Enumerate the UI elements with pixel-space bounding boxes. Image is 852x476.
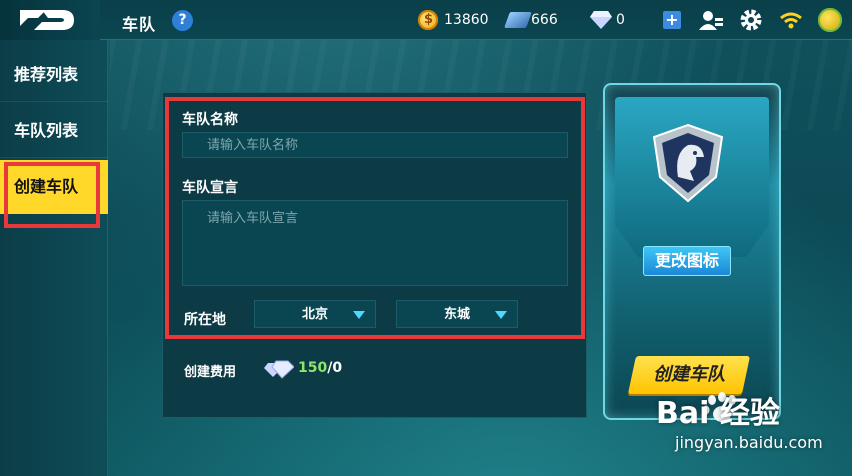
highlight-box-sidebar: [4, 162, 100, 228]
add-currency-button[interactable]: +: [663, 11, 681, 29]
sidebar-item-team-list[interactable]: 车队列表: [0, 104, 108, 158]
wifi-icon: [780, 12, 802, 29]
sidebar: 推荐列表 车队列表 创建车队: [0, 40, 108, 476]
fee-cost: 150: [298, 360, 328, 376]
ticket-icon: [504, 12, 532, 28]
page-title: 车队: [122, 15, 157, 34]
ticket-counter: 666: [504, 10, 565, 30]
highlight-box-form: [165, 97, 585, 339]
diamond-icon: [590, 11, 612, 29]
help-icon[interactable]: ?: [172, 10, 193, 31]
change-icon-button[interactable]: 更改图标: [643, 246, 731, 276]
avatar[interactable]: [818, 8, 842, 32]
coin-counter: 13860: [418, 10, 489, 30]
gem-counter: 0: [590, 10, 640, 30]
ticket-value: 666: [531, 12, 558, 28]
gear-icon[interactable]: [739, 8, 763, 32]
coin-value: 13860: [444, 12, 489, 28]
fee-value: 150/0: [298, 360, 342, 376]
top-bar: 车队 ? 13860 666 0 +: [0, 0, 852, 40]
fee-owned: /0: [327, 360, 343, 376]
team-emblem-icon: [652, 123, 724, 203]
back-logo-button[interactable]: [0, 0, 100, 40]
fee-label: 创建费用: [184, 365, 237, 380]
diamond-icon: [264, 360, 294, 379]
coin-icon: [418, 10, 438, 30]
sidebar-item-recommended[interactable]: 推荐列表: [0, 48, 108, 102]
game-logo-icon: [20, 10, 74, 30]
gem-value: 0: [616, 12, 625, 28]
watermark-url: jingyan.baidu.com: [675, 433, 823, 452]
watermark-brand: Bai 经验: [656, 396, 780, 431]
friends-icon[interactable]: [699, 8, 723, 32]
